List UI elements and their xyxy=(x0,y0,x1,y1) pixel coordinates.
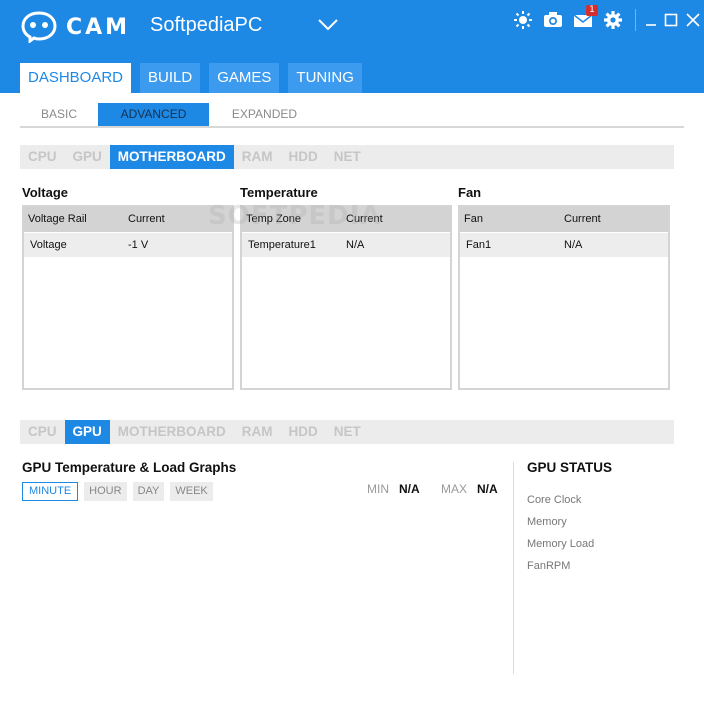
voltage-header-current: Current xyxy=(128,213,165,225)
maximize-icon[interactable] xyxy=(662,8,680,32)
temperature-header-current: Current xyxy=(346,213,383,225)
status-memory: Memory xyxy=(527,516,567,528)
tab-expanded[interactable]: EXPANDED xyxy=(209,103,320,126)
fan-row-value: N/A xyxy=(564,239,583,251)
section-divider xyxy=(513,462,514,674)
range-week-button[interactable]: WEEK xyxy=(170,482,213,501)
tab-advanced[interactable]: ADVANCED xyxy=(98,103,209,126)
device-tab-hdd[interactable]: HDD xyxy=(281,145,326,169)
voltage-header-rail: Voltage Rail xyxy=(28,213,87,225)
time-range-buttons: MINUTE HOUR DAY WEEK xyxy=(22,482,219,501)
min-label: MIN xyxy=(367,482,389,496)
main-tabs: DASHBOARD BUILD GAMES TUNING xyxy=(20,63,371,93)
tab-build[interactable]: BUILD xyxy=(140,63,201,93)
max-label: MAX xyxy=(441,482,468,496)
graph-title: GPU Temperature & Load Graphs xyxy=(22,460,237,475)
fan-title: Fan xyxy=(458,185,482,200)
minimize-icon[interactable] xyxy=(642,8,660,32)
range-minute-button[interactable]: MINUTE xyxy=(22,482,79,501)
device-tab-motherboard[interactable]: MOTHERBOARD xyxy=(110,420,234,444)
temperature-row-name: Temperature1 xyxy=(248,239,316,251)
device-tab-gpu[interactable]: GPU xyxy=(64,420,110,444)
mail-icon[interactable]: 1 xyxy=(571,5,598,32)
voltage-table-header: Voltage Rail Current xyxy=(24,207,232,232)
fan-header-fan: Fan xyxy=(464,213,483,225)
gpu-status-title: GPU STATUS xyxy=(527,460,613,475)
chevron-down-icon[interactable] xyxy=(317,16,339,34)
logo-text: CAM xyxy=(66,14,131,40)
device-tabs-bottom: CPU GPU MOTHERBOARD RAM HDD NET xyxy=(20,420,674,444)
voltage-panel: Voltage Rail Current Voltage -1 V xyxy=(22,205,234,390)
device-tab-ram[interactable]: RAM xyxy=(234,145,281,169)
range-day-button[interactable]: DAY xyxy=(132,482,165,501)
header-icons: 1 xyxy=(505,5,704,32)
voltage-row-value: -1 V xyxy=(128,239,149,251)
cam-logo: CAM xyxy=(20,11,130,43)
cam-logo-icon xyxy=(21,11,57,43)
profile-name[interactable]: SoftpediaPC xyxy=(150,14,262,37)
device-tab-hdd[interactable]: HDD xyxy=(281,420,326,444)
temperature-title: Temperature xyxy=(240,185,318,200)
max-value: N/A xyxy=(477,482,498,496)
voltage-title: Voltage xyxy=(22,185,68,200)
table-row[interactable]: Fan1 N/A xyxy=(460,233,668,257)
gear-icon[interactable] xyxy=(601,8,625,32)
device-tab-ram[interactable]: RAM xyxy=(234,420,281,444)
status-fan-rpm: FanRPM xyxy=(527,560,571,572)
table-row[interactable]: Temperature1 N/A xyxy=(242,233,450,257)
tab-tuning[interactable]: TUNING xyxy=(288,63,362,93)
status-memory-load: Memory Load xyxy=(527,538,595,550)
camera-icon[interactable] xyxy=(541,8,565,32)
device-tab-gpu[interactable]: GPU xyxy=(65,145,110,169)
voltage-row-name: Voltage xyxy=(30,239,67,251)
temperature-header-zone: Temp Zone xyxy=(246,213,302,225)
device-tab-cpu[interactable]: CPU xyxy=(20,420,65,444)
header-separator xyxy=(635,9,636,31)
status-core-clock: Core Clock xyxy=(527,494,582,506)
tab-games[interactable]: GAMES xyxy=(209,63,280,93)
fan-row-name: Fan1 xyxy=(466,239,492,251)
graph-min: MIN N/A xyxy=(367,482,420,496)
device-tab-net[interactable]: NET xyxy=(326,420,369,444)
fan-panel: Fan Current Fan1 N/A xyxy=(458,205,670,390)
fan-header-current: Current xyxy=(564,213,601,225)
temperature-row-value: N/A xyxy=(346,239,365,251)
fan-table-header: Fan Current xyxy=(460,207,668,232)
table-row[interactable]: Voltage -1 V xyxy=(24,233,232,257)
graph-max: MAX N/A xyxy=(441,482,498,496)
notification-badge: 1 xyxy=(586,5,598,16)
device-tabs-top: CPU GPU MOTHERBOARD RAM HDD NET xyxy=(20,145,674,169)
device-tab-motherboard[interactable]: MOTHERBOARD xyxy=(109,145,234,169)
range-hour-button[interactable]: HOUR xyxy=(84,482,127,501)
view-mode-tabs: BASIC ADVANCED EXPANDED xyxy=(20,103,684,128)
close-icon[interactable] xyxy=(682,8,704,32)
temperature-table-header: Temp Zone Current xyxy=(242,207,450,232)
tab-dashboard[interactable]: DASHBOARD xyxy=(20,63,132,93)
device-tab-cpu[interactable]: CPU xyxy=(20,145,65,169)
temperature-panel: Temp Zone Current Temperature1 N/A xyxy=(240,205,452,390)
min-value: N/A xyxy=(399,482,420,496)
brightness-icon[interactable] xyxy=(511,8,535,32)
tab-basic[interactable]: BASIC xyxy=(20,103,98,126)
app-header: CAM SoftpediaPC 1 DASHBOARD BUILD GAMES … xyxy=(0,0,704,93)
device-tab-net[interactable]: NET xyxy=(326,145,369,169)
